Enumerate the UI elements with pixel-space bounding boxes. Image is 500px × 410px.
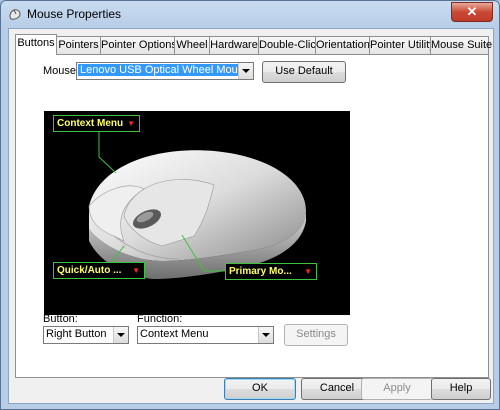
close-icon: ✕ (466, 4, 478, 19)
tab-pointers[interactable]: Pointers (56, 36, 101, 54)
chevron-down-icon: ▼ (304, 267, 312, 276)
mouse-properties-window: Mouse Properties ✕ Buttons Pointers Poin… (0, 0, 500, 410)
mouse-select[interactable]: Lenovo USB Optical Wheel Mouse (76, 62, 254, 80)
chevron-down-icon: ▼ (132, 266, 140, 275)
window-title: Mouse Properties (27, 7, 122, 21)
mouse-illustration-panel: Context Menu ▼ Quick/Auto ... ▼ Primary … (44, 111, 350, 315)
callout-left-label: Quick/Auto ... (57, 265, 122, 276)
use-default-button[interactable]: Use Default (262, 61, 346, 83)
dialog-footer: OK Cancel Apply Help (9, 377, 493, 403)
tab-double-click[interactable]: Double-Click (258, 36, 321, 54)
tab-hardware[interactable]: Hardware (209, 36, 259, 54)
button-label: Button: (43, 313, 78, 325)
mouse-app-icon (9, 9, 21, 20)
chevron-down-icon[interactable] (113, 327, 128, 343)
button-select-value: Right Button (46, 328, 107, 340)
chevron-down-icon: ▼ (127, 119, 135, 128)
mouse-illustration (88, 130, 306, 279)
button-select[interactable]: Right Button (43, 326, 129, 344)
apply-button[interactable]: Apply (361, 378, 433, 400)
function-label: Function: (137, 313, 183, 325)
callout-right-label: Primary Mo... (229, 266, 292, 277)
tab-pointer-utility[interactable]: Pointer Utility (369, 36, 435, 54)
mouse-select-value: Lenovo USB Optical Wheel Mouse (78, 64, 252, 76)
ok-button[interactable]: OK (224, 378, 296, 400)
tab-orientation[interactable]: Orientation (315, 36, 370, 54)
tab-wheel[interactable]: Wheel (174, 36, 210, 54)
tab-pointer-options[interactable]: Pointer Options (100, 36, 177, 54)
callout-top-button[interactable]: Context Menu ▼ (53, 115, 140, 132)
buttons-tab-panel: Mouse: Lenovo USB Optical Wheel Mouse Us… (15, 54, 489, 378)
settings-button[interactable]: Settings (284, 324, 348, 346)
mouse-label: Mouse: (43, 65, 80, 77)
title-bar: Mouse Properties ✕ (1, 1, 499, 27)
chevron-down-icon[interactable] (238, 63, 253, 79)
chevron-down-icon[interactable] (258, 327, 273, 343)
close-button[interactable]: ✕ (451, 2, 493, 22)
callout-top-label: Context Menu (57, 118, 124, 129)
callout-left-button[interactable]: Quick/Auto ... ▼ (53, 262, 145, 279)
tab-buttons[interactable]: Buttons (15, 34, 57, 55)
help-button[interactable]: Help (431, 378, 491, 400)
dialog-client-area: Buttons Pointers Pointer Options Wheel H… (8, 28, 494, 404)
tab-mouse-suite[interactable]: Mouse Suite (430, 36, 492, 54)
function-select-value: Context Menu (140, 328, 209, 340)
function-select[interactable]: Context Menu (137, 326, 274, 344)
callout-right-button[interactable]: Primary Mo... ▼ (225, 263, 317, 280)
